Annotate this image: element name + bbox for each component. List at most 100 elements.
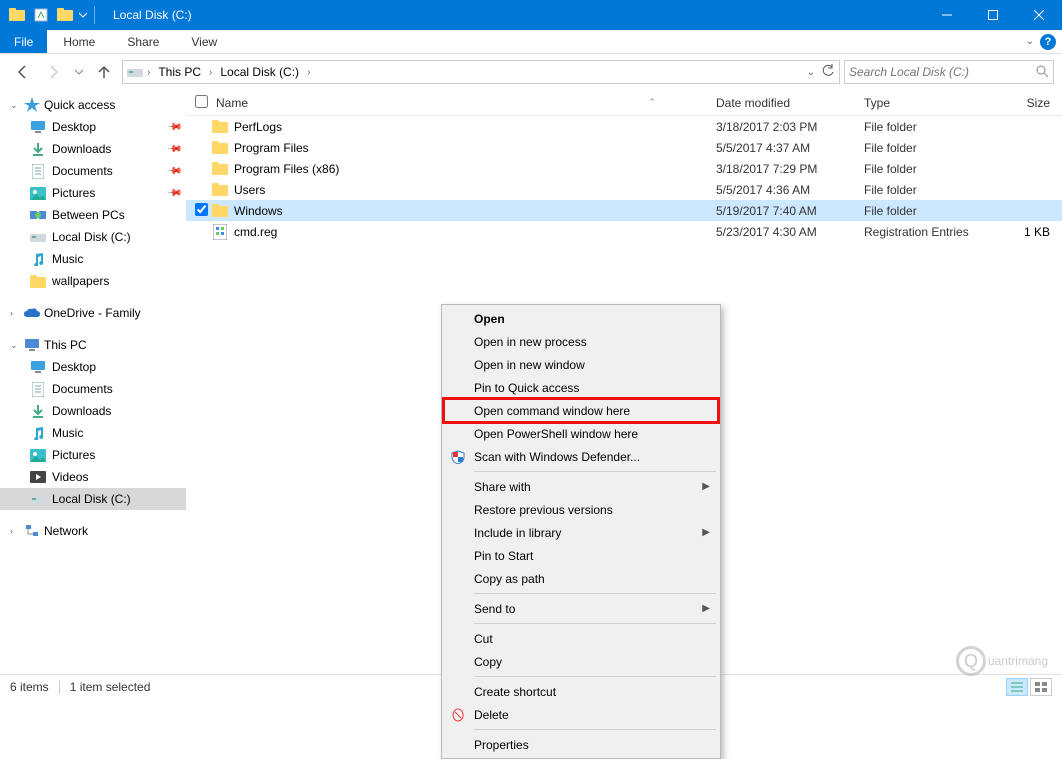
file-row[interactable]: Program Files5/5/2017 4:37 AMFile folder <box>186 137 1062 158</box>
downloads-icon <box>30 403 46 419</box>
nav-quick-documents[interactable]: Documents📌 <box>0 160 186 182</box>
expand-icon[interactable]: › <box>10 308 20 318</box>
minimize-button[interactable] <box>924 0 970 30</box>
file-list: Name⌃ Date modified Type Size PerfLogs3/… <box>186 90 1062 674</box>
file-type: File folder <box>864 120 992 134</box>
breadcrumb-this-pc[interactable]: This PC <box>152 61 207 83</box>
videos-icon <box>30 469 46 485</box>
forward-button[interactable] <box>40 58 68 86</box>
nav-quick-between-pcs[interactable]: Between PCs <box>0 204 186 226</box>
collapse-icon[interactable]: ⌄ <box>10 340 20 351</box>
ctx-pin-start[interactable]: Pin to Start <box>444 544 718 567</box>
search-box[interactable] <box>844 60 1054 84</box>
file-row[interactable]: Users5/5/2017 4:36 AMFile folder <box>186 179 1062 200</box>
row-checkbox[interactable] <box>195 203 208 216</box>
collapse-icon[interactable]: ⌄ <box>10 100 20 111</box>
nav-thispc-pictures[interactable]: Pictures <box>0 444 186 466</box>
file-row[interactable]: PerfLogs3/18/2017 2:03 PMFile folder <box>186 116 1062 137</box>
recent-dropdown[interactable] <box>72 58 86 86</box>
onedrive-header[interactable]: › OneDrive - Family <box>0 302 186 324</box>
up-button[interactable] <box>90 58 118 86</box>
file-date: 5/5/2017 4:36 AM <box>716 183 864 197</box>
breadcrumb-drive[interactable]: Local Disk (C:) <box>214 61 305 83</box>
app-icon[interactable] <box>6 4 28 26</box>
ctx-restore-versions[interactable]: Restore previous versions <box>444 498 718 521</box>
ctx-share-with[interactable]: Share with▶ <box>444 475 718 498</box>
nav-quick-music[interactable]: Music <box>0 248 186 270</box>
search-icon[interactable] <box>1035 64 1049 81</box>
nav-thispc-videos[interactable]: Videos <box>0 466 186 488</box>
column-type[interactable]: Type <box>864 96 992 110</box>
onedrive-label: OneDrive - Family <box>44 306 141 320</box>
ctx-include-library[interactable]: Include in library▶ <box>444 521 718 544</box>
expand-icon[interactable]: › <box>10 526 20 536</box>
ctx-create-shortcut[interactable]: Create shortcut <box>444 680 718 703</box>
select-all-checkbox[interactable] <box>190 95 212 111</box>
ctx-open-cmd-here[interactable]: Open command window here <box>444 399 718 422</box>
file-tab[interactable]: File <box>0 30 47 53</box>
chevron-right-icon[interactable]: › <box>305 67 312 78</box>
network-header[interactable]: › Network <box>0 520 186 542</box>
chevron-right-icon[interactable]: › <box>145 67 152 78</box>
file-row[interactable]: Program Files (x86)3/18/2017 7:29 PMFile… <box>186 158 1062 179</box>
nav-quick-desktop[interactable]: Desktop 📌 <box>0 116 186 138</box>
refresh-button[interactable] <box>821 64 835 81</box>
maximize-button[interactable] <box>970 0 1016 30</box>
ctx-pin-quick[interactable]: Pin to Quick access <box>444 376 718 399</box>
ctx-copy-path[interactable]: Copy as path <box>444 567 718 590</box>
navigation-pane: ⌄ Quick access Desktop📌Downloads📌Documen… <box>0 90 186 674</box>
watermark: Quantrimang <box>956 646 1048 676</box>
nav-quick-pictures[interactable]: Pictures📌 <box>0 182 186 204</box>
ctx-cut[interactable]: Cut <box>444 627 718 650</box>
nav-thispc-local-disk-c-[interactable]: Local Disk (C:) <box>0 488 186 510</box>
column-size[interactable]: Size <box>992 96 1062 110</box>
file-name: Users <box>234 183 265 197</box>
ctx-properties[interactable]: Properties <box>444 733 718 756</box>
nav-quick-local-disk-c-[interactable]: Local Disk (C:) <box>0 226 186 248</box>
view-details-button[interactable] <box>1006 678 1028 696</box>
view-large-icons-button[interactable] <box>1030 678 1052 696</box>
close-button[interactable] <box>1016 0 1062 30</box>
ctx-copy[interactable]: Copy <box>444 650 718 673</box>
this-pc-header[interactable]: ⌄ This PC <box>0 334 186 356</box>
ctx-open[interactable]: Open <box>444 307 718 330</box>
tab-view[interactable]: View <box>175 30 233 53</box>
file-row[interactable]: cmd.reg5/23/2017 4:30 AMRegistration Ent… <box>186 221 1062 242</box>
address-dropdown[interactable]: ⌄ <box>803 67 819 78</box>
documents-icon <box>30 163 46 179</box>
chevron-right-icon[interactable]: › <box>207 67 214 78</box>
back-button[interactable] <box>8 58 36 86</box>
nav-item-label: Desktop <box>52 120 96 134</box>
sort-ascending-icon: ⌃ <box>648 97 656 108</box>
column-name[interactable]: Name⌃ <box>212 96 716 110</box>
qat-properties-icon[interactable] <box>30 4 52 26</box>
column-date[interactable]: Date modified <box>716 96 864 110</box>
ctx-delete[interactable]: Delete <box>444 703 718 726</box>
ctx-open-new-process[interactable]: Open in new process <box>444 330 718 353</box>
nav-thispc-desktop[interactable]: Desktop <box>0 356 186 378</box>
tab-home[interactable]: Home <box>47 30 111 53</box>
tab-share[interactable]: Share <box>111 30 175 53</box>
nav-thispc-documents[interactable]: Documents <box>0 378 186 400</box>
address-bar[interactable]: › This PC › Local Disk (C:) › ⌄ <box>122 60 840 84</box>
qat-new-folder-icon[interactable] <box>54 4 76 26</box>
nav-quick-downloads[interactable]: Downloads📌 <box>0 138 186 160</box>
this-pc-label: This PC <box>44 338 87 352</box>
nav-quick-wallpapers[interactable]: wallpapers <box>0 270 186 292</box>
documents-icon <box>30 381 46 397</box>
ctx-send-to[interactable]: Send to▶ <box>444 597 718 620</box>
nav-thispc-downloads[interactable]: Downloads <box>0 400 186 422</box>
pin-icon: 📌 <box>165 119 182 136</box>
search-input[interactable] <box>849 65 1035 79</box>
ctx-open-powershell-here[interactable]: Open PowerShell window here <box>444 422 718 445</box>
quick-access-header[interactable]: ⌄ Quick access <box>0 94 186 116</box>
pin-icon: 📌 <box>165 163 182 180</box>
ribbon-tabs: File Home Share View ⌄ ? <box>0 30 1062 54</box>
nav-thispc-music[interactable]: Music <box>0 422 186 444</box>
help-icon[interactable]: ? <box>1040 34 1056 50</box>
file-row[interactable]: Windows5/19/2017 7:40 AMFile folder <box>186 200 1062 221</box>
qat-customize-dropdown[interactable] <box>78 11 88 19</box>
ctx-scan-defender[interactable]: Scan with Windows Defender... <box>444 445 718 468</box>
ctx-open-new-window[interactable]: Open in new window <box>444 353 718 376</box>
ribbon-expand-icon[interactable]: ⌄ <box>1026 36 1034 47</box>
